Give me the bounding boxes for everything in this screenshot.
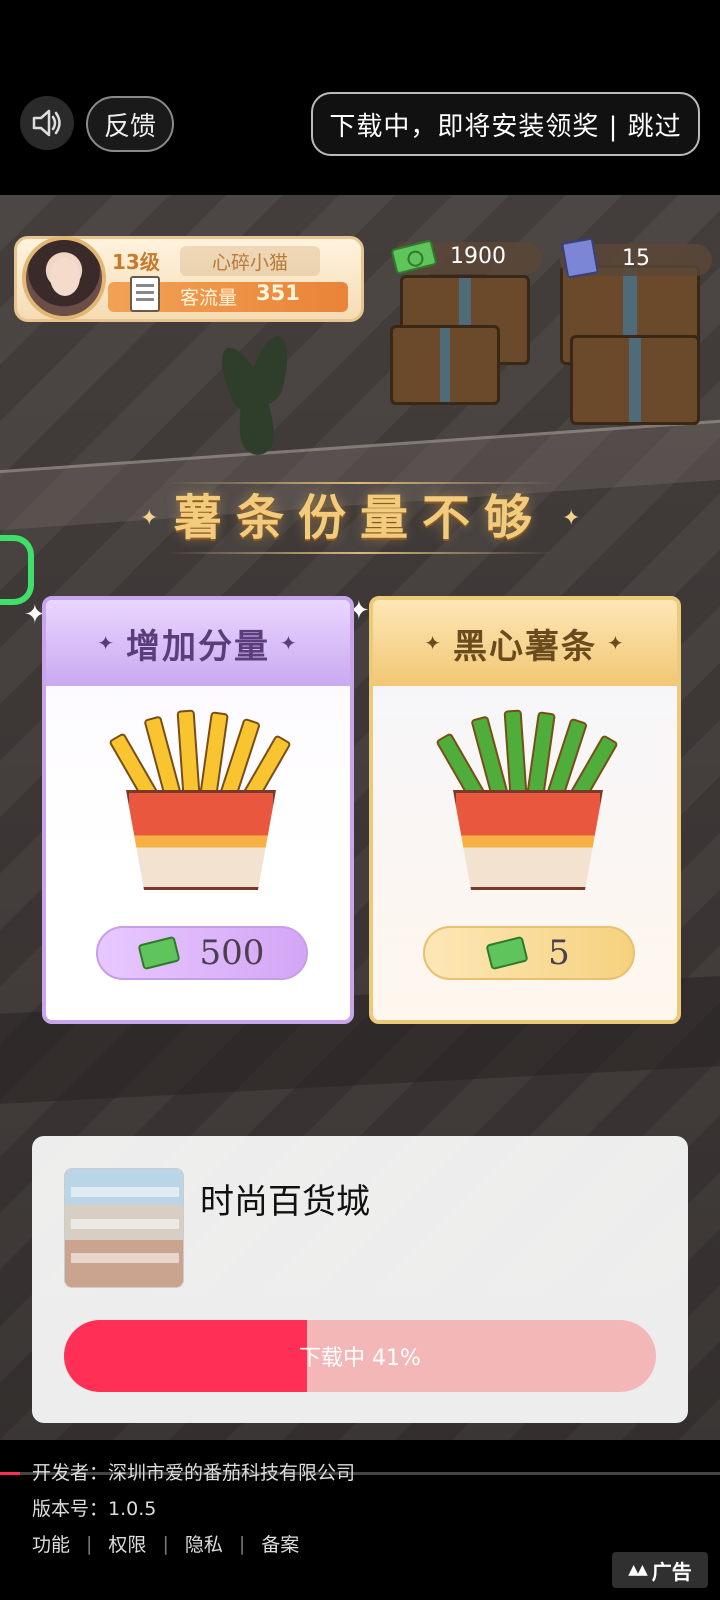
download-dialog: 时尚百货城 下载中 41% <box>32 1136 688 1423</box>
price-button[interactable]: 500 <box>96 926 308 980</box>
developer-info: 开发者：深圳市爱的番茄科技有限公司 <box>32 1462 356 1484</box>
link-privacy[interactable]: 隐私 <box>185 1530 223 1557</box>
version-info: 版本号：1.0.5 <box>32 1498 157 1520</box>
option-card-add-portion[interactable]: ✦ 增加分量 ✦ 500 <box>42 596 354 1024</box>
ad-label: 广告 <box>651 1559 692 1584</box>
download-progress-button[interactable]: 下载中 41% <box>64 1320 656 1392</box>
cardboard-box <box>570 335 700 425</box>
potted-plant <box>211 331 296 495</box>
video-progress-fill <box>0 1472 20 1475</box>
link-permissions[interactable]: 权限 <box>108 1530 146 1557</box>
money-value: 1900 <box>450 244 506 269</box>
ad-badge[interactable]: ▲▲ 广告 <box>612 1552 708 1588</box>
ad-logo-icon: ▲▲ <box>628 1562 647 1578</box>
progress-label: 下载中 41% <box>299 1346 421 1371</box>
option-card-shady-fries[interactable]: ✦ 黑心薯条 ✦ 5 <box>369 596 681 1024</box>
link-filing[interactable]: 备案 <box>261 1530 299 1557</box>
link-features[interactable]: 功能 <box>32 1530 70 1557</box>
top-bar: 反馈 下载中，即将安装领奖 | 跳过 <box>0 0 720 195</box>
clipboard-icon <box>130 276 160 312</box>
book-value: 15 <box>622 246 650 271</box>
option-title-text: 增加分量 <box>126 626 270 667</box>
golden-fries-illustration <box>108 709 292 910</box>
customer-traffic-label: 客流量 <box>180 287 238 309</box>
green-fries-illustration <box>435 709 619 910</box>
link-separator: | <box>162 1532 169 1555</box>
speaker-icon <box>32 109 61 137</box>
option-title-text: 黑心薯条 <box>453 626 597 667</box>
star-icon: ✦ <box>424 631 443 655</box>
event-title: 薯条份量不够 <box>173 490 546 546</box>
link-separator: | <box>238 1532 246 1555</box>
price-value: 5 <box>548 933 570 973</box>
footer-links: 功能 | 权限 | 隐私 | 备案 <box>32 1530 299 1557</box>
player-nickname: 心碎小猫 <box>180 246 320 276</box>
sound-toggle-button[interactable] <box>20 96 74 150</box>
cash-icon <box>136 935 181 971</box>
cardboard-box <box>390 325 500 405</box>
player-level: 13级 <box>112 250 160 274</box>
star-icon: ✦ <box>280 631 299 655</box>
sparkle-icon: ✦ <box>562 506 581 531</box>
cash-icon <box>485 935 529 971</box>
book-icon <box>561 237 599 279</box>
link-separator: | <box>86 1532 93 1555</box>
option-title: ✦ 增加分量 ✦ <box>46 600 350 686</box>
skip-button[interactable]: 下载中，即将安装领奖 | 跳过 <box>311 92 700 156</box>
star-icon: ✦ <box>97 631 116 655</box>
feedback-button[interactable]: 反馈 <box>86 96 174 152</box>
price-value: 500 <box>199 933 265 973</box>
customer-traffic-value: 351 <box>256 281 300 305</box>
star-icon: ✦ <box>607 631 626 655</box>
sparkle-icon: ✦ <box>140 506 159 531</box>
app-name: 时尚百货城 <box>200 1182 370 1222</box>
option-title: ✦ 黑心薯条 ✦ <box>373 600 677 686</box>
price-button[interactable]: 5 <box>423 926 635 980</box>
avatar[interactable] <box>22 236 106 320</box>
title-divider <box>165 552 555 554</box>
app-thumbnail[interactable] <box>64 1168 184 1288</box>
